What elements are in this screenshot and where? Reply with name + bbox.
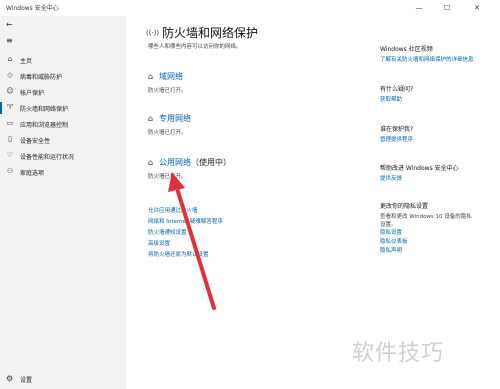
- sidebar-item-family-options[interactable]: ⚇ 家庭选项: [0, 164, 126, 180]
- sidebar-item-app-browser-control[interactable]: ▭ 应用和浏览器控制: [0, 116, 126, 132]
- restore-defaults-link[interactable]: 将防火墙还原为默认设置: [148, 250, 348, 261]
- section-heading: 谁在保护我?: [380, 126, 414, 133]
- sidebar: ← ≡ ⌂ 主页 ◇ 病毒和威胁防护 ☺ 帐户保护 ♈ 防火墙和网络保护 ▭ 应…: [0, 16, 126, 389]
- privacy-text: 设置。: [380, 222, 397, 228]
- sidebar-item-settings[interactable]: ⚙ 设置: [0, 371, 126, 387]
- shield-icon: ◇: [7, 71, 13, 79]
- app-window-icon: ▭: [6, 119, 14, 127]
- minimize-button[interactable]: —: [408, 0, 430, 16]
- sidebar-item-firewall[interactable]: ♈ 防火墙和网络保护: [0, 100, 126, 116]
- sidebar-item-label: 家庭选项: [20, 170, 45, 177]
- sidebar-item-home[interactable]: ⌂ 主页: [0, 52, 126, 68]
- sidebar-item-label: 设备性能和运行状况: [20, 154, 75, 161]
- device-icon: ▯: [8, 135, 12, 143]
- window-title: Windows 安全中心: [6, 5, 59, 12]
- privacy-dashboard-link[interactable]: 隐私仪表板: [380, 238, 498, 247]
- gear-icon: ⚙: [6, 374, 14, 383]
- privacy-section: 更改你的隐私设置 查看和更改 Windows 10 设备的隐私 设置。 隐私设置…: [380, 201, 498, 256]
- sidebar-item-label: 病毒和威胁防护: [20, 74, 63, 81]
- sidebar-item-account-protection[interactable]: ☺ 帐户保护: [0, 84, 126, 100]
- public-network-icon: ⌂: [148, 158, 154, 167]
- right-column: Windows 社区视频 了解有关防火墙和网络保护的详细信息 有什么疑问? 获取…: [376, 16, 500, 389]
- maximize-button[interactable]: ☐: [436, 0, 458, 16]
- wifi-icon: ♈: [6, 103, 14, 111]
- allow-app-link[interactable]: 允许应用通过防火墙: [148, 206, 348, 217]
- privacy-settings-link[interactable]: 隐私设置: [380, 229, 498, 238]
- notification-settings-link[interactable]: 防火墙通知设置: [148, 228, 348, 239]
- section-heading: 帮助改进 Windows 安全中心: [380, 165, 459, 172]
- public-network-name[interactable]: 公用网络: [159, 158, 191, 167]
- sidebar-item-label: 帐户保护: [20, 90, 45, 97]
- manage-providers-link[interactable]: 管理提供程序: [380, 136, 498, 145]
- heart-icon: ♡: [6, 151, 14, 159]
- wifi-icon: ((·)): [146, 29, 160, 37]
- title-bar: Windows 安全中心 — ☐ ✕: [0, 0, 500, 16]
- close-button[interactable]: ✕: [466, 0, 488, 16]
- sidebar-item-label: 防火墙和网络保护: [20, 106, 69, 113]
- improve-section: 帮助改进 Windows 安全中心 提供反馈: [380, 163, 498, 184]
- questions-section: 有什么疑问? 获取帮助: [380, 84, 498, 105]
- section-heading: Windows 社区视频: [380, 46, 433, 53]
- sidebar-item-label: 主页: [20, 58, 33, 65]
- private-network-status: 防火墙已打开。: [148, 130, 187, 136]
- page-title: 防火墙和网络保护: [162, 26, 259, 40]
- page-description: 哪些人和哪些内容可以访问你的网络。: [148, 44, 242, 50]
- sidebar-item-device-performance[interactable]: ♡ 设备性能和运行状况: [0, 148, 126, 164]
- private-network-section: ⌂ 专用网络 防火墙已打开。: [148, 114, 368, 144]
- domain-network-section: ⌂ 域网络 防火墙已打开。: [148, 72, 368, 102]
- domain-network-status: 防火墙已打开。: [148, 88, 187, 94]
- main-content: ((·)) 防火墙和网络保护 哪些人和哪些内容可以访问你的网络。 ⌂ 域网络 防…: [126, 16, 376, 389]
- domain-network-icon: ⌂: [148, 72, 154, 81]
- sidebar-item-device-security[interactable]: ▯ 设备安全性: [0, 132, 126, 148]
- domain-network-link[interactable]: 域网络: [159, 71, 183, 82]
- person-icon: ☺: [6, 87, 14, 95]
- get-help-link[interactable]: 获取帮助: [380, 96, 498, 105]
- public-network-status: 防火墙已打开。: [148, 174, 187, 180]
- windows-security-window: Windows 安全中心 — ☐ ✕ ← ≡ ⌂ 主页 ◇ 病毒和威胁防护 ☺ …: [0, 0, 500, 389]
- learn-more-link[interactable]: 了解有关防火墙和网络保护的详细信息: [380, 56, 498, 65]
- sidebar-item-virus-protection[interactable]: ◇ 病毒和威胁防护: [0, 68, 126, 84]
- privacy-text: 查看和更改 Windows 10 设备的隐私: [380, 214, 472, 220]
- troubleshooter-link[interactable]: 网络和 Internet 疑难解答程序: [148, 217, 348, 228]
- back-arrow-icon[interactable]: ←: [6, 20, 13, 29]
- private-network-icon: ⌂: [148, 114, 154, 123]
- watermark: 软件技巧: [352, 341, 445, 366]
- hamburger-menu-icon[interactable]: ≡: [6, 36, 13, 45]
- family-icon: ⚇: [6, 167, 14, 175]
- section-heading: 有什么疑问?: [380, 86, 414, 93]
- privacy-statement-link[interactable]: 隐私声明: [380, 247, 498, 256]
- sidebar-item-label: 应用和浏览器控制: [20, 122, 69, 129]
- community-videos-section: Windows 社区视频 了解有关防火墙和网络保护的详细信息: [380, 44, 498, 65]
- home-icon: ⌂: [7, 55, 13, 63]
- feedback-link[interactable]: 提供反馈: [380, 175, 498, 184]
- in-use-label: （使用中）: [191, 158, 231, 167]
- sidebar-item-label: 设置: [20, 377, 33, 384]
- section-heading: 更改你的隐私设置: [380, 203, 429, 210]
- active-indicator: [0, 102, 2, 114]
- private-network-link[interactable]: 专用网络: [159, 113, 191, 124]
- advanced-settings-link[interactable]: 高级设置: [148, 239, 348, 250]
- public-network-section: ⌂ 公用网络（使用中） 防火墙已打开。: [148, 158, 368, 188]
- firewall-links: 允许应用通过防火墙 网络和 Internet 疑难解答程序 防火墙通知设置 高级…: [148, 206, 348, 261]
- public-network-link[interactable]: 公用网络（使用中）: [159, 157, 231, 168]
- who-protects-section: 谁在保护我? 管理提供程序: [380, 124, 498, 145]
- sidebar-item-label: 设备安全性: [20, 138, 51, 145]
